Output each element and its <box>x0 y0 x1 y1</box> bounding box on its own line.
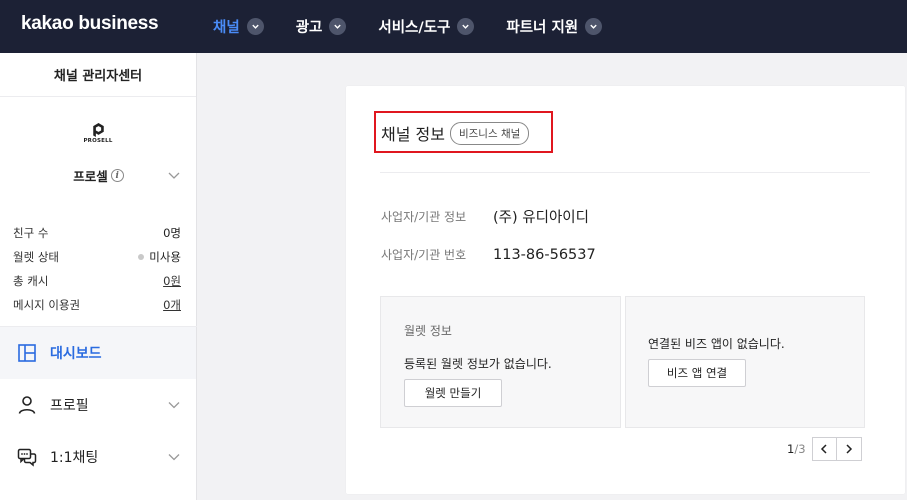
chevron-down-icon <box>168 402 180 409</box>
sidebar-item-dashboard[interactable]: 대시보드 <box>0 327 196 379</box>
chevron-down-icon <box>246 18 264 35</box>
nav-partner-label: 파트너 지원 <box>506 20 579 36</box>
chevron-right-icon <box>846 444 852 454</box>
bizapp-panel: 연결된 비즈 앱이 없습니다. 비즈 앱 연결 <box>625 296 865 428</box>
wallet-title: 월렛 정보 <box>404 324 452 338</box>
sidebar-item-label: 프로필 <box>50 398 89 414</box>
nav-channel-label: 채널 <box>213 20 240 36</box>
stat-value: 미사용 <box>138 249 181 265</box>
stat-label: 총 캐시 <box>13 274 49 288</box>
nav-services-label: 서비스/도구 <box>378 20 451 36</box>
bizapp-empty-message: 연결된 비즈 앱이 없습니다. <box>648 337 785 351</box>
connect-bizapp-button[interactable]: 비즈 앱 연결 <box>648 359 746 387</box>
chevron-left-icon <box>820 444 827 454</box>
nav-partner-support[interactable]: 파트너 지원 <box>506 16 603 37</box>
chevron-down-icon <box>585 18 603 35</box>
nav-ads-label: 광고 <box>295 20 323 36</box>
stat-message-vouchers: 메시지 이용권 0개 <box>13 293 181 317</box>
chevron-down-icon[interactable] <box>168 170 180 180</box>
sidebar-title: 채널 관리자센터 <box>0 53 196 97</box>
prev-page-button[interactable] <box>811 437 837 461</box>
chevron-down-icon <box>329 18 347 35</box>
chevron-down-icon <box>168 454 180 461</box>
wallet-empty-message: 등록된 월렛 정보가 없습니다. <box>404 357 552 371</box>
message-vouchers-link[interactable]: 0개 <box>163 297 181 313</box>
nav-services-tools[interactable]: 서비스/도구 <box>378 16 475 37</box>
sidebar-menu: 대시보드 프로필 1:1채팅 <box>0 327 196 483</box>
stat-wallet-status: 월렛 상태 미사용 <box>13 245 181 269</box>
wallet-panel: 월렛 정보 등록된 월렛 정보가 없습니다. 월렛 만들기 <box>380 296 621 428</box>
field-value: 113-86-56537 <box>493 246 596 263</box>
status-dot-icon <box>138 254 145 260</box>
business-info-row: 사업자/기관 정보 (주) 유디아이디 <box>381 206 589 227</box>
stat-label: 친구 수 <box>13 226 49 240</box>
stat-total-cash: 총 캐시 0원 <box>13 269 181 293</box>
sidebar-item-label: 대시보드 <box>50 346 102 362</box>
field-value: (주) 유디아이디 <box>493 210 589 226</box>
profile-avatar: PROSELL <box>82 123 114 149</box>
nav-channel[interactable]: 채널 <box>213 16 264 37</box>
channel-stats: 친구 수 0명 월렛 상태 미사용 총 캐시 0원 메시지 이용권 0개 <box>13 221 181 317</box>
page-indicator: 1/3 <box>787 442 806 456</box>
sidebar-item-chat[interactable]: 1:1채팅 <box>0 431 196 483</box>
sidebar-item-label: 1:1채팅 <box>50 450 99 466</box>
info-icon[interactable]: i <box>110 169 124 182</box>
total-pages: /3 <box>794 442 806 456</box>
sidebar-item-profile[interactable]: 프로필 <box>0 379 196 431</box>
sidebar: 채널 관리자센터 PROSELL 프로셀 i 친구 수 0명 월렛 상태 미사용… <box>0 53 197 500</box>
profile-name: 프로셀 <box>73 169 108 184</box>
profile-logo-text: PROSELL <box>83 138 113 144</box>
create-wallet-button[interactable]: 월렛 만들기 <box>404 379 502 407</box>
total-cash-link[interactable]: 0원 <box>163 273 181 289</box>
user-icon <box>18 396 36 414</box>
stat-label: 월렛 상태 <box>13 250 59 264</box>
next-page-button[interactable] <box>836 437 862 461</box>
nav-ads[interactable]: 광고 <box>296 16 347 37</box>
wallet-status-text: 미사용 <box>149 250 181 264</box>
field-label: 사업자/기관 정보 <box>381 210 467 224</box>
stat-value: 0명 <box>163 226 181 240</box>
pagination: 1/3 <box>787 437 862 461</box>
dashboard-icon <box>18 344 36 362</box>
highlight-box <box>374 111 553 153</box>
prosell-logo-icon <box>92 123 104 137</box>
main-nav: 채널 광고 서비스/도구 파트너 지원 <box>213 0 634 53</box>
field-label: 사업자/기관 번호 <box>381 248 467 262</box>
chevron-down-icon <box>457 18 475 35</box>
stat-label: 메시지 이용권 <box>13 298 81 312</box>
card-divider <box>380 172 870 173</box>
kakao-business-logo[interactable]: kakao business <box>21 13 159 35</box>
chat-icon <box>17 448 37 467</box>
stat-friends: 친구 수 0명 <box>13 221 181 245</box>
business-number-row: 사업자/기관 번호 113-86-56537 <box>381 246 596 263</box>
top-navigation-bar: kakao business 채널 광고 서비스/도구 파트너 지원 <box>0 0 907 53</box>
